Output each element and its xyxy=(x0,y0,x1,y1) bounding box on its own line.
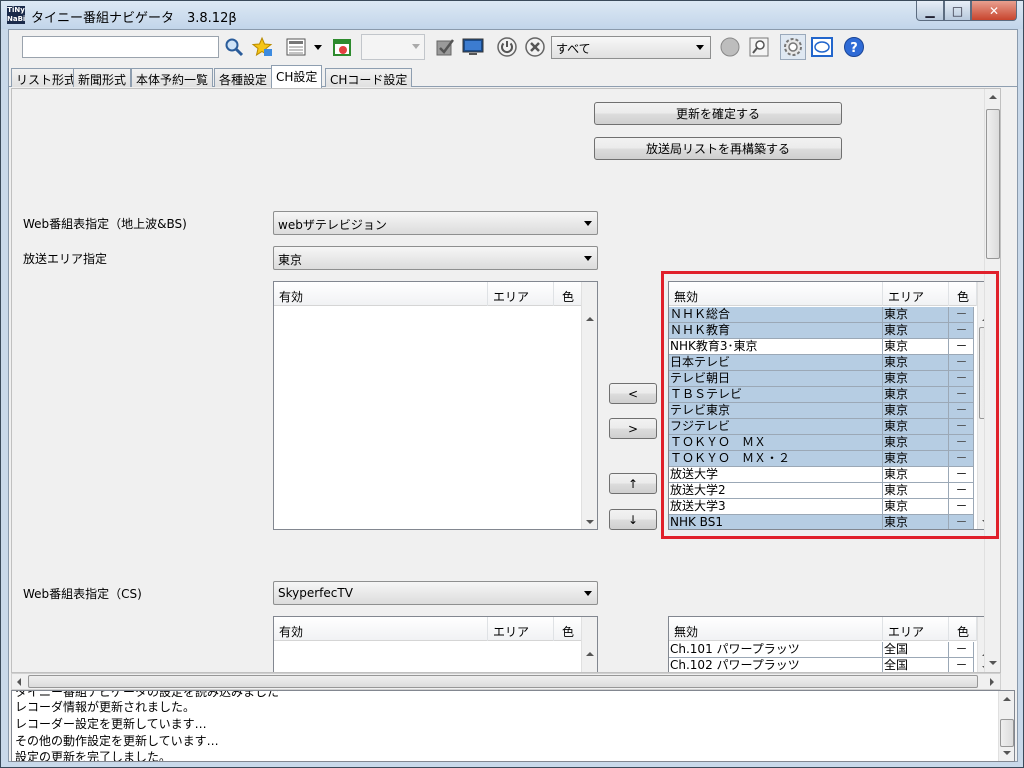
list-header: 有効 エリア 色 xyxy=(274,282,582,306)
broadcast-area-label: 放送エリア指定 xyxy=(23,252,108,266)
monitor-icon[interactable] xyxy=(462,36,484,58)
chevron-down-icon xyxy=(584,256,592,261)
channel-row[interactable]: Ch.101 パワープラッツ 全国－ xyxy=(669,642,977,658)
tab-newspaper-format[interactable]: 新聞形式 xyxy=(73,68,132,87)
list-view-dropdown-icon[interactable] xyxy=(314,45,322,50)
tab-bar: リスト形式 新聞形式 本体予約一覧 各種設定 CH設定 CHコード設定 xyxy=(9,65,1017,88)
status-log: タイニー番組ナビゲータの設定を読み込みました レコーダ情報が更新されました。 レ… xyxy=(11,690,1015,762)
cs-enabled-list-scrollbar[interactable] xyxy=(581,617,597,672)
log-line: その他の動作設定を更新しています… xyxy=(15,734,219,748)
channel-color: － xyxy=(949,658,974,672)
help-icon[interactable]: ? xyxy=(843,36,865,58)
minimize-button[interactable]: ▁ xyxy=(916,1,944,21)
svg-text:?: ? xyxy=(850,41,858,56)
scroll-up-icon[interactable] xyxy=(586,317,594,321)
web-guide-value: webザテレビジョン xyxy=(278,218,387,232)
search-input[interactable] xyxy=(22,36,219,58)
log-scroll-thumb[interactable] xyxy=(1000,719,1014,747)
broadcast-area-value: 東京 xyxy=(278,253,303,267)
list-header: 有効 エリア 色 xyxy=(274,617,582,641)
tab-list-format[interactable]: リスト形式 xyxy=(11,68,82,87)
move-left-button[interactable]: < xyxy=(609,383,657,404)
channel-color: － xyxy=(949,642,974,658)
cs-disabled-channel-list[interactable]: 無効 エリア 色 Ch.101 パワープラッツ 全国－ Ch.102 パワープラッツ… xyxy=(668,616,994,672)
list-view-icon[interactable] xyxy=(285,36,307,58)
move-up-button[interactable]: ↑ xyxy=(609,473,657,494)
channel-area: 全国 xyxy=(883,642,949,658)
tab-ch-code-settings[interactable]: CHコード設定 xyxy=(325,68,413,87)
channel-name: Ch.101 パワープラッツ xyxy=(669,642,883,658)
scroll-left-icon[interactable] xyxy=(17,678,21,686)
maximize-button[interactable]: □ xyxy=(944,1,971,21)
column-disabled[interactable]: 無効 xyxy=(669,617,883,641)
rebuild-station-list-button[interactable]: 放送局リストを再構築する xyxy=(594,137,842,160)
broadcast-area-select[interactable]: 東京 xyxy=(273,246,598,270)
scroll-up-icon[interactable] xyxy=(989,95,997,99)
status-icon[interactable] xyxy=(719,36,741,58)
title-bar[interactable]: TiNy NaBi タイニー番組ナビゲータ 3.8.12β ▁ □ ✕ xyxy=(1,1,1023,29)
tab-various-settings[interactable]: 各種設定 xyxy=(214,68,273,87)
log-line: 設定の更新を完了しました。 xyxy=(15,750,172,762)
scroll-down-icon[interactable] xyxy=(989,661,997,665)
app-logo-icon: TiNy NaBi xyxy=(7,6,26,24)
app-window: TiNy NaBi タイニー番組ナビゲータ 3.8.12β ▁ □ ✕ すべて … xyxy=(0,0,1024,768)
screen-icon[interactable] xyxy=(811,36,833,58)
tab-reservation-list[interactable]: 本体予約一覧 xyxy=(131,68,214,87)
favorites-icon[interactable] xyxy=(251,36,273,58)
calendar-icon[interactable] xyxy=(331,36,353,58)
column-area[interactable]: エリア xyxy=(883,617,949,641)
tab-ch-settings[interactable]: CH設定 xyxy=(271,65,323,88)
column-enabled[interactable]: 有効 xyxy=(274,617,488,641)
log-scrollbar[interactable] xyxy=(998,691,1014,761)
horizontal-scroll-thumb[interactable] xyxy=(28,675,978,688)
scroll-down-icon[interactable] xyxy=(1003,751,1011,755)
check-icon[interactable] xyxy=(434,36,456,58)
scroll-down-icon[interactable] xyxy=(586,520,594,524)
panel-scroll-thumb[interactable] xyxy=(986,109,1000,259)
move-right-button[interactable]: > xyxy=(609,418,657,439)
cancel-icon[interactable] xyxy=(524,36,546,58)
chevron-down-icon xyxy=(584,591,592,596)
log-line: レコーダ情報が更新されました。 xyxy=(15,700,196,714)
column-color[interactable]: 色 xyxy=(554,282,582,306)
highlight-annotation xyxy=(661,271,999,539)
panel-horizontal-scrollbar[interactable] xyxy=(11,673,1001,690)
window-title: タイニー番組ナビゲータ 3.8.12β xyxy=(31,11,237,26)
recorder-select[interactable] xyxy=(361,34,425,60)
channel-name: Ch.102 パワープラッツ xyxy=(669,658,883,672)
web-guide-cs-label: Web番組表指定（CS) xyxy=(23,587,142,601)
close-button[interactable]: ✕ xyxy=(971,1,1017,21)
channel-area: 全国 xyxy=(883,658,949,672)
search-icon[interactable] xyxy=(223,36,245,58)
log-line: レコーダー設定を更新しています… xyxy=(15,717,207,731)
column-color[interactable]: 色 xyxy=(949,617,977,641)
web-guide-cs-select[interactable]: SkyperfecTV xyxy=(273,581,598,605)
move-down-button[interactable]: ↓ xyxy=(609,509,657,530)
power-icon[interactable] xyxy=(496,36,518,58)
list-header: 無効 エリア 色 xyxy=(669,617,977,641)
toolbar: すべて ? xyxy=(9,30,1017,64)
channel-row[interactable]: Ch.102 パワープラッツ 全国－ xyxy=(669,658,977,672)
scroll-up-icon[interactable] xyxy=(586,652,594,656)
enabled-list-scrollbar[interactable] xyxy=(581,282,597,529)
filter-select[interactable]: すべて xyxy=(551,36,711,59)
filter-value: すべて xyxy=(556,42,591,56)
zoom-icon[interactable] xyxy=(748,36,770,58)
cs-enabled-channel-list[interactable]: 有効 エリア 色 xyxy=(273,616,598,672)
column-color[interactable]: 色 xyxy=(554,617,582,641)
chevron-down-icon xyxy=(696,45,704,50)
update-confirm-button[interactable]: 更新を確定する xyxy=(594,102,842,125)
settings-icon[interactable] xyxy=(780,34,806,60)
web-guide-cs-value: SkyperfecTV xyxy=(278,586,353,600)
scroll-up-icon[interactable] xyxy=(1003,697,1011,701)
chevron-down-icon xyxy=(584,221,592,226)
column-area[interactable]: エリア xyxy=(488,282,554,306)
column-enabled[interactable]: 有効 xyxy=(274,282,488,306)
web-guide-select[interactable]: webザテレビジョン xyxy=(273,211,598,235)
web-guide-label: Web番組表指定（地上波&BS) xyxy=(23,217,187,231)
column-area[interactable]: エリア xyxy=(488,617,554,641)
scroll-right-icon[interactable] xyxy=(990,678,994,686)
enabled-channel-list[interactable]: 有効 エリア 色 xyxy=(273,281,598,530)
